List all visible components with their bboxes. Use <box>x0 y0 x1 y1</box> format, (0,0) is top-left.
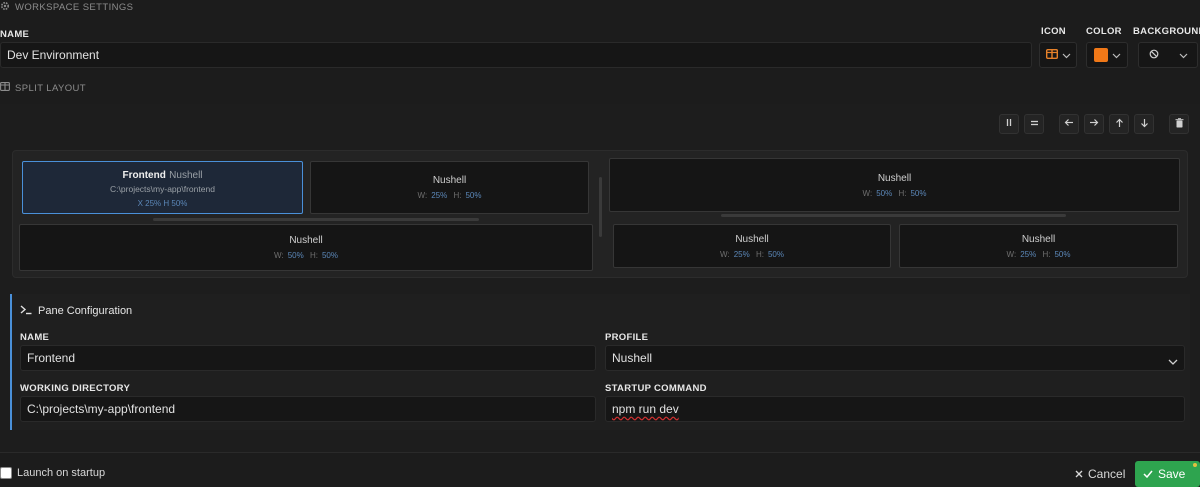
color-picker[interactable] <box>1086 42 1128 68</box>
color-label: COLOR <box>1086 26 1122 37</box>
pane-profile: Nushell <box>1021 233 1056 245</box>
split-layout-heading: SPLIT LAYOUT <box>0 82 86 94</box>
pane-directory: C:\projects\my-app\frontend <box>110 184 215 194</box>
working-directory-input[interactable]: C:\projects\my-app\frontend <box>20 396 596 422</box>
profile-select[interactable]: Nushell <box>605 345 1185 371</box>
startup-command-value: npm run dev <box>612 402 679 416</box>
save-label: Save <box>1158 467 1186 481</box>
split-vertical-icon <box>1005 118 1013 130</box>
pane-dimensions: W: 50% H: 50% <box>274 251 338 260</box>
profile-label: PROFILE <box>605 332 649 343</box>
save-button[interactable]: Save <box>1135 461 1200 487</box>
move-up-button[interactable] <box>1109 114 1129 134</box>
pane-profile: Nushell <box>877 172 912 184</box>
pane-nushell-bottom-left[interactable]: Nushell W: 50% H: 50% <box>19 224 593 271</box>
chevron-down-icon <box>1168 355 1178 369</box>
icon-picker[interactable] <box>1039 42 1077 68</box>
pane-dimensions: X 25% H 50% <box>137 199 188 208</box>
trash-icon <box>1175 117 1184 131</box>
no-background-icon <box>1149 48 1159 62</box>
close-icon <box>1075 467 1083 481</box>
move-down-button[interactable] <box>1134 114 1154 134</box>
background-label: BACKGROUND <box>1133 26 1200 37</box>
name-label: NAME <box>0 29 30 40</box>
icon-label: ICON <box>1041 26 1066 37</box>
pane-name-input[interactable]: Frontend <box>20 345 596 371</box>
chevron-down-icon <box>1179 48 1188 62</box>
startup-command-label: STARTUP COMMAND <box>605 383 707 394</box>
pane-nushell-bottom-right[interactable]: Nushell W: 25% H: 50% <box>899 224 1178 268</box>
launch-on-startup-option[interactable]: Launch on startup <box>0 467 105 479</box>
split-horizontal-icon <box>1030 118 1039 130</box>
arrow-right-icon <box>1089 118 1099 130</box>
columns-icon <box>0 82 10 94</box>
move-right-button[interactable] <box>1084 114 1104 134</box>
workspace-name-input[interactable]: Dev Environment <box>0 42 1032 68</box>
pane-layout-canvas: Frontend Nushell C:\projects\my-app\fron… <box>12 150 1188 278</box>
arrow-left-icon <box>1064 118 1074 130</box>
check-icon <box>1143 467 1153 481</box>
pane-dimensions: W: 25% H: 50% <box>1006 249 1071 259</box>
gear-icon <box>0 1 10 14</box>
footer-divider <box>0 452 1200 453</box>
pane-dimensions: W: 50% H: 50% <box>862 188 927 198</box>
pane-name-label: NAME <box>20 332 50 343</box>
cancel-button[interactable]: Cancel <box>1067 461 1129 487</box>
workspace-settings-title: WORKSPACE SETTINGS <box>15 2 134 13</box>
chevron-down-icon <box>1112 48 1121 62</box>
launch-on-startup-checkbox[interactable] <box>0 467 12 479</box>
pane-nushell-top-right[interactable]: Nushell W: 25% H: 50% <box>310 161 589 214</box>
launch-on-startup-label: Launch on startup <box>17 467 106 479</box>
move-left-button[interactable] <box>1059 114 1079 134</box>
split-horizontal-button[interactable] <box>1024 114 1044 134</box>
vertical-splitter[interactable] <box>599 177 602 237</box>
split-layout-title: SPLIT LAYOUT <box>15 82 86 94</box>
profile-select-value: Nushell <box>612 351 653 365</box>
pane-profile: Nushell <box>289 235 323 246</box>
cancel-label: Cancel <box>1088 467 1126 481</box>
split-vertical-button[interactable] <box>999 114 1019 134</box>
pane-dimensions: W: 25% H: 50% <box>720 249 784 259</box>
pane-nushell-top-wide[interactable]: Nushell W: 50% H: 50% <box>609 158 1180 212</box>
horizontal-splitter[interactable] <box>721 214 1066 217</box>
arrow-up-icon <box>1115 118 1124 131</box>
terminal-icon <box>20 304 32 318</box>
delete-pane-button[interactable] <box>1169 114 1189 134</box>
pane-dimensions: W: 25% H: 50% <box>417 191 482 200</box>
split-layout-icon <box>1045 48 1058 62</box>
color-swatch <box>1093 48 1108 62</box>
pane-title: Frontend <box>122 170 166 181</box>
chevron-down-icon <box>1062 48 1071 62</box>
pane-profile: Nushell <box>169 170 203 181</box>
working-directory-label: WORKING DIRECTORY <box>20 383 131 394</box>
pane-nushell-bottom-middle[interactable]: Nushell W: 25% H: 50% <box>613 224 891 268</box>
pane-profile: Nushell <box>735 233 769 245</box>
pane-profile: Nushell <box>432 175 467 186</box>
pane-configuration-title: Pane Configuration <box>38 305 133 317</box>
sparkle-icon <box>1193 463 1197 467</box>
startup-command-input[interactable]: npm run dev <box>605 396 1185 422</box>
pane-frontend[interactable]: Frontend Nushell C:\projects\my-app\fron… <box>22 161 303 214</box>
horizontal-splitter[interactable] <box>153 218 479 221</box>
pane-configuration-heading: Pane Configuration <box>20 304 132 318</box>
workspace-settings-heading: WORKSPACE SETTINGS <box>0 1 133 14</box>
arrow-down-icon <box>1140 118 1149 131</box>
background-picker[interactable] <box>1138 42 1198 68</box>
